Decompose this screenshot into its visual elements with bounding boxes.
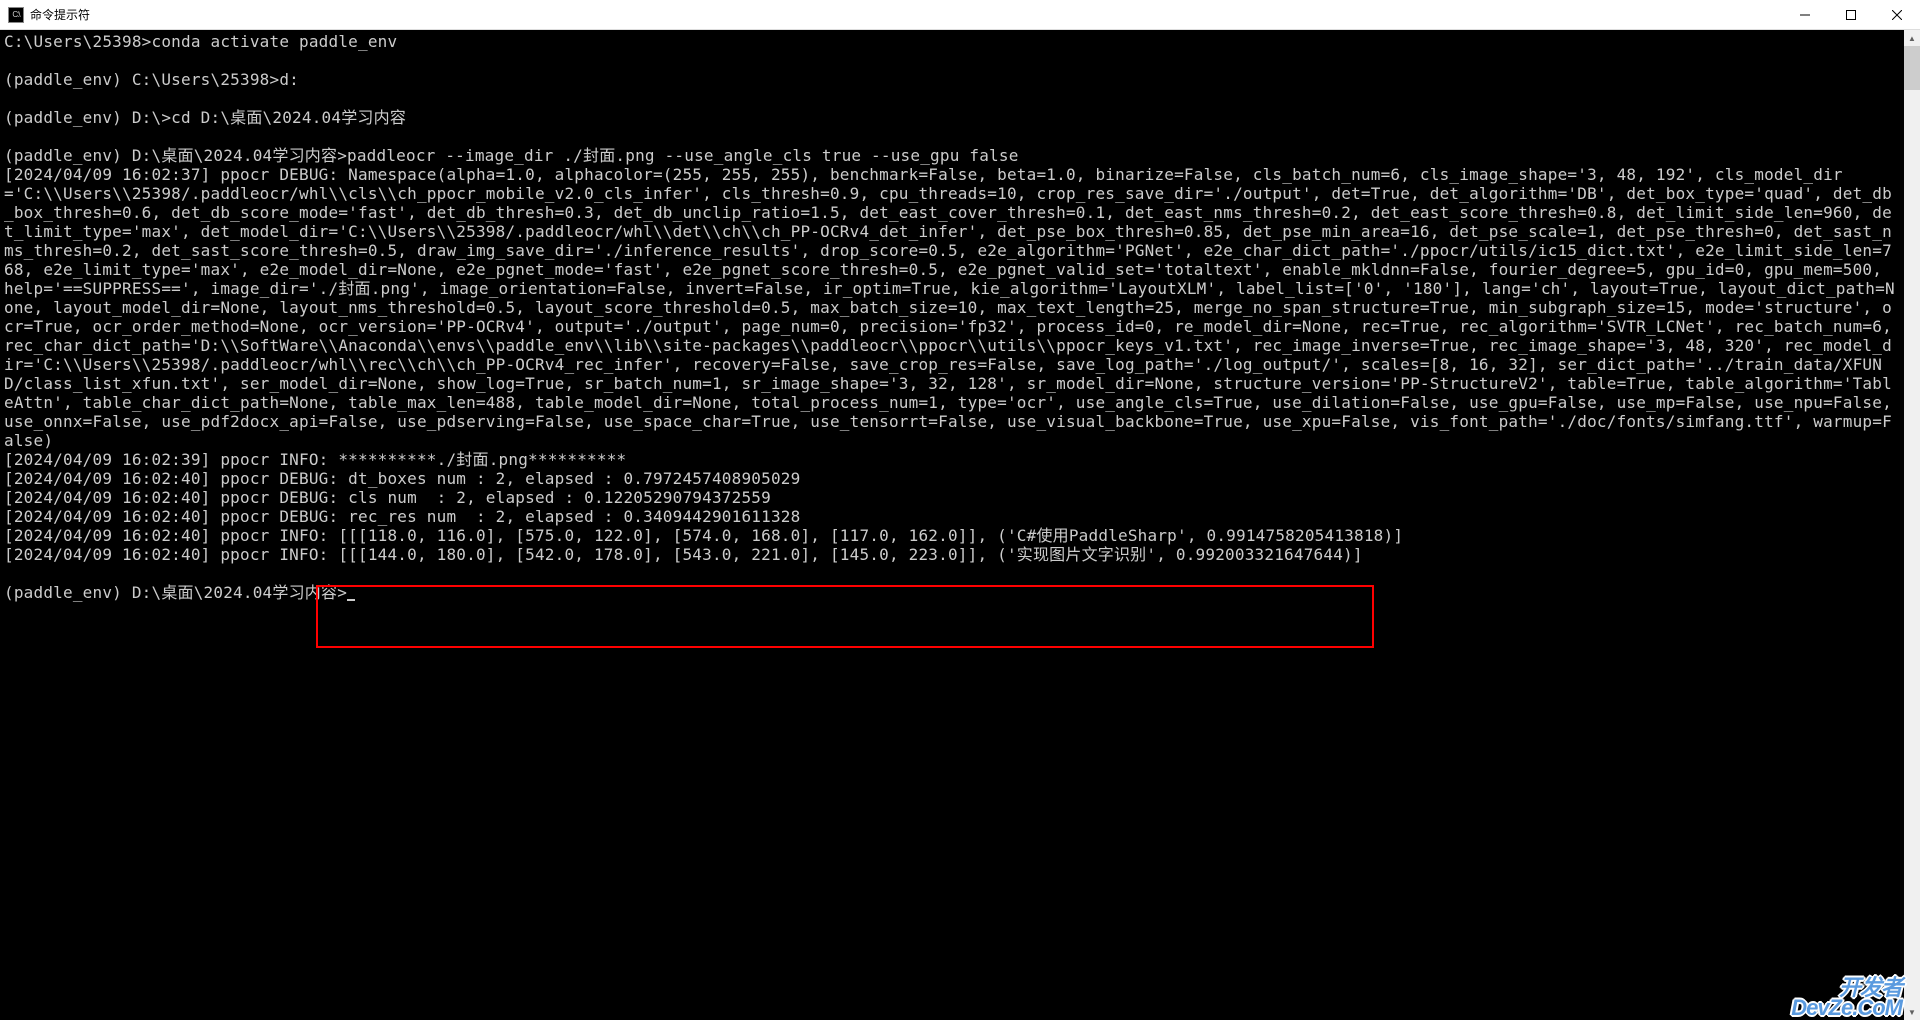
terminal[interactable]: C:\Users\25398>conda activate paddle_env… — [0, 30, 1904, 1020]
minimize-button[interactable] — [1782, 0, 1828, 29]
terminal-wrap: C:\Users\25398>conda activate paddle_env… — [0, 30, 1920, 1020]
maximize-button[interactable] — [1828, 0, 1874, 29]
scroll-up-arrow[interactable]: ▲ — [1904, 30, 1920, 46]
titlebar: C:\ 命令提示符 — [0, 0, 1920, 30]
scroll-thumb[interactable] — [1904, 46, 1920, 90]
scroll-down-arrow[interactable]: ▼ — [1904, 1004, 1920, 1020]
window-title: 命令提示符 — [30, 6, 1782, 23]
window-controls — [1782, 0, 1920, 29]
close-button[interactable] — [1874, 0, 1920, 29]
cursor — [347, 599, 355, 601]
vertical-scrollbar[interactable]: ▲ ▼ — [1904, 30, 1920, 1020]
cmd-icon: C:\ — [8, 7, 24, 23]
